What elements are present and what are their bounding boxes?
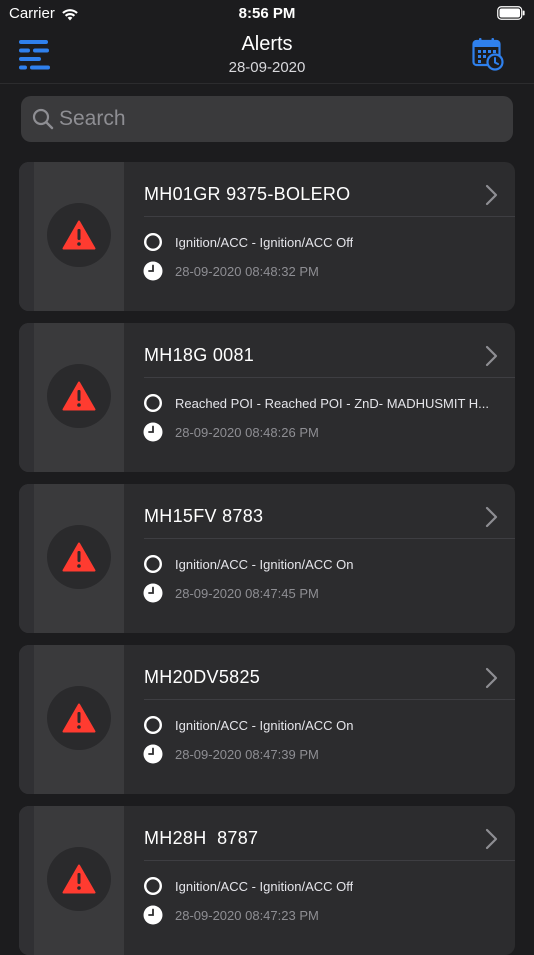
alert-timestamp: 28-09-2020 08:48:26 PM	[175, 424, 319, 440]
clock-icon	[143, 422, 163, 442]
vehicle-name: MH15FV 8783	[144, 506, 264, 526]
alert-message-row: Ignition/ACC - Ignition/ACC On	[143, 553, 501, 575]
alert-message-row: Ignition/ACC - Ignition/ACC Off	[143, 231, 501, 253]
alert-timestamp: 28-09-2020 08:48:32 PM	[175, 263, 319, 279]
circle-outline-icon	[143, 715, 163, 735]
alert-card-icon-panel	[19, 162, 124, 311]
alert-card[interactable]: MH20DV5825 Ignition/ACC - Ignition/ACC O…	[19, 645, 515, 794]
warning-badge	[47, 525, 111, 589]
alert-card-icon-panel	[19, 323, 124, 472]
alert-card[interactable]: MH28H 8787 Ignition/ACC - Ignition/ACC O…	[19, 806, 515, 955]
alert-time-row: 28-09-2020 08:48:32 PM	[143, 260, 501, 282]
chevron-right-icon[interactable]	[485, 667, 499, 689]
alert-time-row: 28-09-2020 08:47:45 PM	[143, 582, 501, 604]
circle-outline-icon	[143, 554, 163, 574]
vehicle-name: MH28H 8787	[144, 828, 259, 848]
card-side-strip	[19, 162, 34, 311]
card-side-strip	[19, 645, 34, 794]
card-side-strip	[19, 484, 34, 633]
status-bar: Carrier 8:56 PM	[0, 0, 534, 28]
warning-triangle-icon	[62, 381, 96, 411]
card-divider	[144, 699, 515, 700]
alert-time-row: 28-09-2020 08:47:23 PM	[143, 904, 501, 926]
alert-message-row: Ignition/ACC - Ignition/ACC Off	[143, 875, 501, 897]
circle-outline-icon	[143, 393, 163, 413]
alert-message: Reached POI - Reached POI - ZnD- MADHUSM…	[175, 395, 490, 411]
alert-timestamp: 28-09-2020 08:47:45 PM	[175, 585, 319, 601]
chevron-right-icon[interactable]	[485, 506, 499, 528]
alert-card[interactable]: MH01GR 9375-BOLERO Ignition/ACC - Igniti…	[19, 162, 515, 311]
card-divider	[144, 216, 515, 217]
card-divider	[144, 860, 515, 861]
chevron-right-icon[interactable]	[485, 345, 499, 367]
page-title: Alerts	[241, 33, 293, 55]
circle-outline-icon	[143, 232, 163, 252]
alert-time-row: 28-09-2020 08:47:39 PM	[143, 743, 501, 765]
chevron-right-icon[interactable]	[485, 184, 499, 206]
alert-message: Ignition/ACC - Ignition/ACC On	[175, 717, 354, 733]
clock-icon	[143, 744, 163, 764]
card-side-strip	[19, 323, 34, 472]
card-side-strip	[19, 806, 34, 955]
search-bar	[21, 96, 513, 142]
circle-outline-icon	[143, 876, 163, 896]
alert-timestamp: 28-09-2020 08:47:23 PM	[175, 907, 319, 923]
warning-triangle-icon	[62, 703, 96, 733]
nav-bar: Alerts 28-09-2020	[0, 28, 534, 84]
vehicle-name: MH01GR 9375-BOLERO	[144, 184, 351, 204]
alert-card-icon-panel	[19, 645, 124, 794]
warning-badge	[47, 686, 111, 750]
search-icon	[32, 108, 54, 130]
battery-icon	[497, 6, 525, 20]
alert-message: Ignition/ACC - Ignition/ACC On	[175, 556, 354, 572]
clock-icon	[143, 583, 163, 603]
alert-message-row: Reached POI - Reached POI - ZnD- MADHUSM…	[143, 392, 501, 414]
alert-timestamp: 28-09-2020 08:47:39 PM	[175, 746, 319, 762]
alert-card[interactable]: MH18G 0081 Reached POI - Reached POI - Z…	[19, 323, 515, 472]
chevron-right-icon[interactable]	[485, 828, 499, 850]
alert-message: Ignition/ACC - Ignition/ACC Off	[175, 878, 354, 894]
alert-card[interactable]: MH15FV 8783 Ignition/ACC - Ignition/ACC …	[19, 484, 515, 633]
warning-triangle-icon	[62, 864, 96, 894]
card-divider	[144, 377, 515, 378]
clock-time: 8:56 PM	[238, 5, 296, 22]
warning-triangle-icon	[62, 220, 96, 250]
card-divider	[144, 538, 515, 539]
clock-icon	[143, 905, 163, 925]
warning-badge	[47, 847, 111, 911]
warning-triangle-icon	[62, 542, 96, 572]
alert-message-row: Ignition/ACC - Ignition/ACC On	[143, 714, 501, 736]
calendar-clock-icon[interactable]	[472, 37, 504, 71]
vehicle-name: MH18G 0081	[144, 345, 255, 365]
clock-icon	[143, 261, 163, 281]
warning-badge	[47, 364, 111, 428]
page-date: 28-09-2020	[228, 59, 306, 76]
alert-card-icon-panel	[19, 806, 124, 955]
alert-message: Ignition/ACC - Ignition/ACC Off	[175, 234, 354, 250]
warning-badge	[47, 203, 111, 267]
vehicle-name: MH20DV5825	[144, 667, 261, 687]
alert-time-row: 28-09-2020 08:48:26 PM	[143, 421, 501, 443]
search-input[interactable]	[59, 96, 499, 142]
alert-card-icon-panel	[19, 484, 124, 633]
